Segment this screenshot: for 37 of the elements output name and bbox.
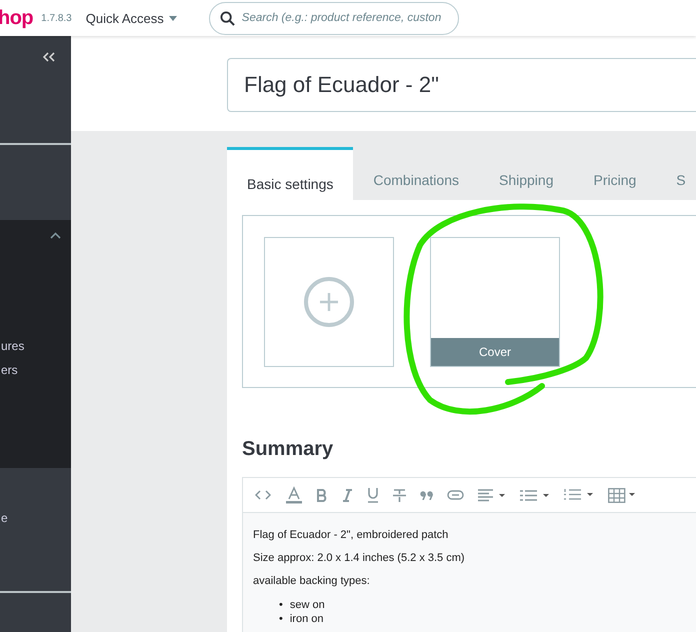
quick-access-menu[interactable]: Quick Access: [86, 10, 177, 26]
bullet: •: [279, 599, 283, 611]
numbered-list-dropdown-icon[interactable]: [564, 488, 594, 502]
bullet-list-dropdown-icon[interactable]: [520, 488, 550, 502]
chevron-up-icon[interactable]: [50, 232, 61, 239]
search-icon: [220, 10, 235, 26]
bullet: •: [279, 613, 283, 625]
italic-icon[interactable]: [342, 488, 353, 502]
link-icon[interactable]: [447, 490, 464, 500]
image-thumbnail[interactable]: Cover: [430, 237, 560, 367]
caret-icon: [168, 16, 177, 20]
tab[interactable]: Basic settings: [227, 147, 354, 200]
bold-icon[interactable]: [317, 488, 328, 502]
sidebar-item[interactable]: ers: [0, 363, 71, 377]
font-color-icon[interactable]: [285, 486, 303, 504]
add-image-button[interactable]: [264, 237, 394, 367]
list-item: iron on: [290, 613, 324, 625]
paragraph: Size approx: 2.0 x 1.4 inches (5.2 x 3.5 cm): [253, 552, 466, 564]
align-dropdown-icon[interactable]: [478, 488, 506, 502]
section-title: Summary: [242, 438, 334, 461]
version-label: 1.7.8.3: [41, 12, 72, 24]
quote-icon[interactable]: [420, 490, 433, 500]
cover-label: Cover: [431, 338, 559, 366]
underline-icon[interactable]: [367, 487, 379, 503]
rich-text-editor[interactable]: Flag of Ecuador - 2", embroidered patch Size approx: 2.0 x 1.4 inches (5.2 x 3.5 cm) available backing types: • sew on • iron on: [242, 477, 696, 632]
plus-icon: [303, 276, 355, 328]
strikethrough-icon[interactable]: [393, 488, 406, 502]
sidebar-item[interactable]: e: [0, 511, 8, 525]
paragraph: available backing types:: [253, 575, 371, 587]
sidebar-item[interactable]: ures: [0, 339, 71, 353]
collapse-icon[interactable]: [43, 52, 55, 62]
paragraph: Flag of Ecuador - 2", embroidered patch: [253, 529, 450, 541]
table-dropdown-icon[interactable]: [608, 488, 638, 502]
product-name-field[interactable]: Flag of Ecuador - 2": [227, 58, 696, 112]
list-item: sew on: [290, 599, 325, 611]
search-field[interactable]: Search (e.g.: product reference, custon: [208, 2, 459, 34]
code-icon[interactable]: [255, 490, 271, 500]
